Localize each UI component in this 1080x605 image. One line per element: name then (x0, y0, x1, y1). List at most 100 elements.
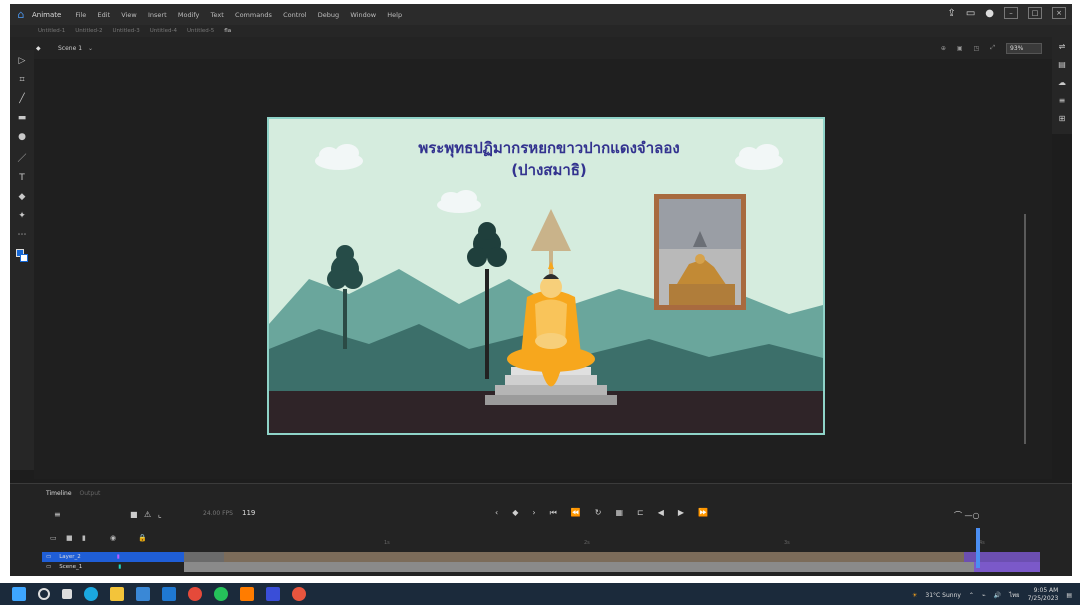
menu-edit[interactable]: Edit (97, 11, 110, 19)
mail-icon[interactable] (162, 587, 176, 601)
doc-tab-active[interactable]: fla (224, 28, 231, 34)
brush-tool-icon[interactable]: ╱ (19, 94, 24, 104)
fit-icon[interactable]: ⤢ (990, 44, 995, 52)
windows-start-icon[interactable] (12, 587, 26, 601)
edit-symbol-icon[interactable]: ▣ (957, 45, 963, 52)
language-indicator[interactable]: ไทย (1009, 590, 1020, 600)
new-folder-icon[interactable]: ■ (66, 534, 73, 542)
lock-icon[interactable]: 🔒 (138, 534, 147, 542)
first-frame-icon[interactable]: ⏮ (550, 508, 557, 518)
chevron-down-icon[interactable]: ⌄ (88, 45, 93, 52)
tray-chevron-icon[interactable]: ⌃ (969, 592, 974, 599)
step-forward-icon[interactable]: ⏩ (698, 508, 708, 518)
clip-icon[interactable]: ◳ (974, 45, 980, 52)
doc-tab[interactable]: Untitled-1 (38, 28, 65, 34)
keyframe-icon[interactable]: ◆ (512, 508, 518, 518)
rectangle-tool-icon[interactable]: ▬ (18, 113, 27, 123)
doc-tab[interactable]: Untitled-3 (113, 28, 140, 34)
visibility-icon[interactable]: ◉ (110, 534, 116, 542)
delete-layer-icon[interactable]: ▮ (82, 534, 86, 542)
center-frame-icon[interactable]: ⊏ (637, 508, 644, 518)
color-swatches[interactable] (16, 249, 28, 263)
eyedropper-icon[interactable]: ✦ (18, 211, 26, 221)
edge-icon[interactable] (84, 587, 98, 601)
home-icon[interactable]: ⌂ (10, 4, 32, 25)
stage-canvas[interactable]: พระพุทธปฏิมากรหยกขาวปากแดงจำลอง (ปางสมาธ… (267, 117, 825, 435)
layer-depth-icon[interactable]: ≡ (54, 510, 61, 519)
animate-icon[interactable] (266, 587, 280, 601)
rewind-icon[interactable]: ◀ (658, 508, 664, 518)
share-icon[interactable]: ⇪ (947, 8, 955, 19)
doc-tab[interactable]: Untitled-4 (150, 28, 177, 34)
prev-keyframe-icon[interactable]: ‹ (495, 508, 498, 518)
tab-output[interactable]: Output (80, 490, 101, 497)
maximize-button[interactable]: □ (1028, 7, 1042, 19)
doc-tab[interactable]: Untitled-5 (187, 28, 214, 34)
edit-multiple-icon[interactable]: ▦ (615, 508, 623, 518)
layout-icon[interactable]: ▭ (966, 8, 975, 19)
playhead[interactable] (976, 528, 980, 568)
more-tools-icon[interactable]: ⋯ (18, 230, 27, 240)
menu-debug[interactable]: Debug (318, 11, 339, 19)
chrome-icon[interactable] (188, 587, 202, 601)
menu-text[interactable]: Text (211, 11, 224, 19)
new-layer-icon[interactable]: ▭ (50, 534, 57, 542)
minimize-button[interactable]: – (1004, 7, 1018, 19)
transform-icon[interactable]: ⊞ (1059, 114, 1066, 123)
assets-icon[interactable]: ☁ (1058, 78, 1066, 87)
layer-row[interactable]: ▭ Layer_2 ▮ (42, 552, 184, 562)
current-frame[interactable]: 119 (242, 509, 255, 517)
scene-label[interactable]: Scene 1 (58, 45, 82, 52)
oval-tool-icon[interactable]: ● (18, 132, 26, 142)
search-icon[interactable] (38, 588, 50, 600)
selection-tool-icon[interactable]: ▷ (19, 56, 26, 66)
settings-icon[interactable]: ● (985, 8, 994, 19)
network-icon[interactable]: ⌁ (982, 592, 986, 599)
vertical-scrollbar[interactable] (1024, 214, 1026, 444)
task-view-icon[interactable] (62, 589, 72, 599)
step-back-icon[interactable]: ⏪ (571, 508, 581, 518)
store-icon[interactable] (136, 587, 150, 601)
doc-tab[interactable]: Untitled-2 (75, 28, 102, 34)
menu-insert[interactable]: Insert (148, 11, 167, 19)
library-icon[interactable]: ▤ (1058, 60, 1066, 69)
spotify-icon[interactable] (214, 587, 228, 601)
menu-help[interactable]: Help (387, 11, 402, 19)
layer-row[interactable]: ▭ Scene_1 ▮ (42, 562, 184, 572)
file-explorer-icon[interactable] (110, 587, 124, 601)
volume-icon[interactable]: 🔊 (994, 592, 1001, 599)
frame-span[interactable] (184, 552, 1040, 572)
line-tool-icon[interactable]: ／ (17, 151, 26, 164)
illustrator-icon[interactable] (240, 587, 254, 601)
menu-modify[interactable]: Modify (178, 11, 200, 19)
menu-window[interactable]: Window (350, 11, 376, 19)
notification-icon[interactable]: ▤ (1066, 592, 1072, 599)
snap-icon[interactable]: ⊕ (941, 45, 946, 52)
weather-icon[interactable]: ☀ (912, 592, 917, 599)
paint-bucket-icon[interactable]: ◆ (19, 192, 26, 202)
weather-text[interactable]: 31°C Sunny (925, 592, 961, 599)
timeline-ruler[interactable]: 1s 2s 3s 4s (184, 537, 1040, 551)
menu-view[interactable]: View (121, 11, 136, 19)
next-keyframe-icon[interactable]: › (532, 508, 535, 518)
close-button[interactable]: × (1052, 7, 1066, 19)
tween-span[interactable] (224, 552, 964, 562)
play-icon[interactable]: ▶ (678, 508, 684, 518)
camera-icon[interactable]: ■ (130, 510, 138, 519)
onion-skin-icon[interactable]: ⚠ (144, 510, 151, 519)
clock[interactable]: 9:05 AM 7/25/2023 (1028, 587, 1059, 603)
menu-commands[interactable]: Commands (235, 11, 272, 19)
graph-icon[interactable]: ⌞ (158, 510, 162, 519)
zoom-slider[interactable]: ⌒ —○ (954, 510, 980, 521)
free-transform-icon[interactable]: ⌗ (19, 75, 24, 85)
loop-icon[interactable]: ↻ (595, 508, 602, 518)
menu-file[interactable]: File (75, 11, 86, 19)
text-tool-icon[interactable]: T (19, 173, 25, 183)
back-arrow-icon[interactable]: ◆ (36, 45, 41, 52)
tab-timeline[interactable]: Timeline (46, 490, 72, 497)
zoom-select[interactable]: 93% (1006, 42, 1042, 54)
frames-layer-2[interactable] (184, 562, 974, 572)
selected-span[interactable] (974, 562, 1040, 572)
properties-icon[interactable]: ⇌ (1059, 42, 1066, 51)
browser-icon[interactable] (292, 587, 306, 601)
